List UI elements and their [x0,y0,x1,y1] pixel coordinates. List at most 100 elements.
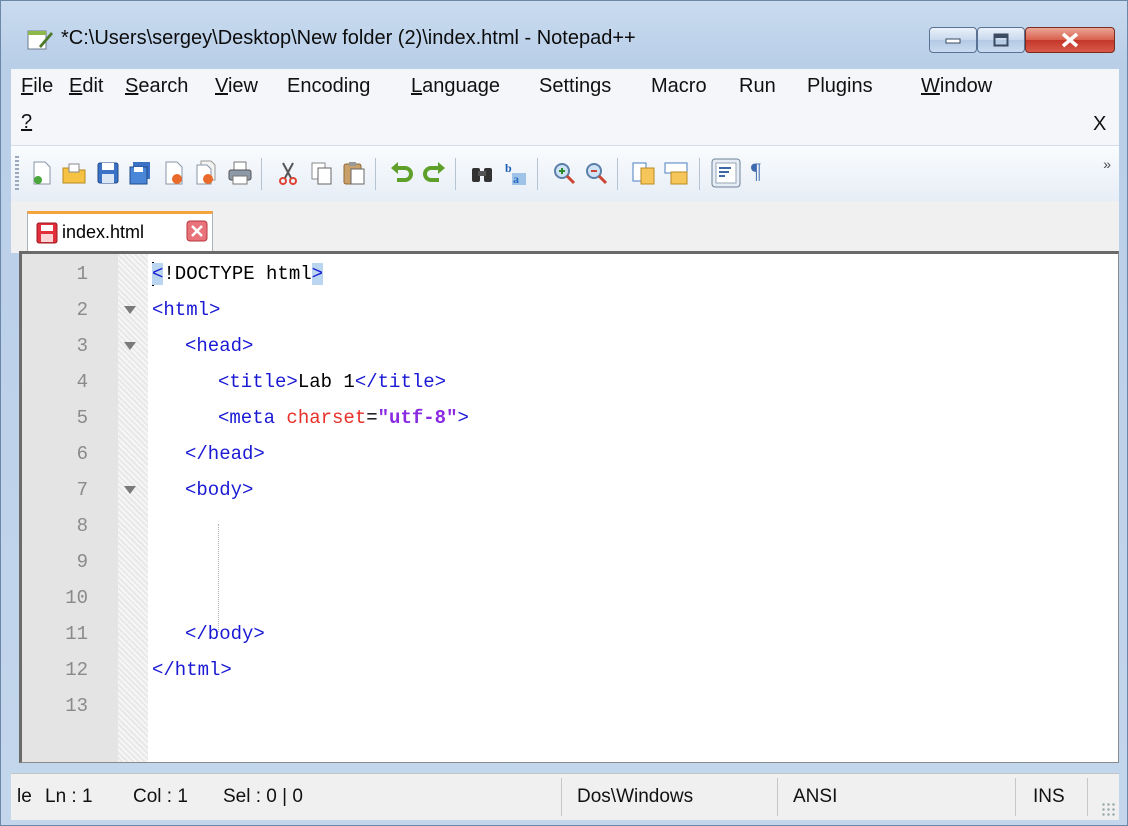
word-wrap-icon[interactable] [711,158,741,188]
toolbar-separator [261,158,262,190]
toolbar-separator [375,158,376,190]
code-line: 2 <html> [22,292,1118,328]
line-number: 6 [76,443,88,465]
menu-language[interactable]: Language [411,75,500,98]
code-line: 10 [22,580,1118,616]
code-token: </html> [152,659,232,681]
tab-bar: index.html [11,201,1119,253]
code-line: 1 <!DOCTYPE html> [22,256,1118,292]
menu-help[interactable]: ? [21,111,32,134]
new-file-icon[interactable] [29,160,55,186]
status-encoding[interactable]: ANSI [793,786,837,808]
code-token: charset [286,407,367,429]
menu-run[interactable]: Run [739,75,776,98]
status-eol-format[interactable]: Dos\Windows [577,786,693,808]
menu-search[interactable]: Search [125,75,188,98]
sync-vertical-scroll-icon[interactable] [631,160,657,186]
save-icon[interactable] [95,160,121,186]
menu-window[interactable]: Window [921,75,992,98]
menu-plugins[interactable]: Plugins [807,75,873,98]
code-token: "utf-8" [377,407,458,429]
status-bar: le Ln : 1 Col : 1 Sel : 0 | 0 Dos\Window… [11,773,1119,820]
code-token: </body> [185,623,265,645]
zoom-in-icon[interactable] [551,160,577,186]
line-number: 8 [76,515,88,537]
toolbar: ba ¶ » [11,145,1119,202]
redo-icon[interactable] [421,160,447,186]
code-line: 13 [22,688,1118,724]
code-token: </head> [185,443,265,465]
fold-toggle-icon[interactable] [124,306,136,314]
menu-macro[interactable]: Macro [651,75,707,98]
menu-view[interactable]: View [215,75,258,98]
paste-icon[interactable] [341,160,367,186]
show-all-characters-icon[interactable]: ¶ [751,158,777,184]
notepadpp-app-icon [27,30,53,50]
menu-settings[interactable]: Settings [539,75,611,98]
minimize-icon [945,38,961,44]
fold-toggle-icon[interactable] [124,486,136,494]
toolbar-separator [617,158,618,190]
code-line: 5 <meta charset="utf-8"> [22,400,1118,436]
minimize-button[interactable] [929,27,977,53]
print-icon[interactable] [227,160,253,186]
close-file-icon[interactable] [161,160,187,186]
code-token: < [152,263,164,285]
code-token: <html> [152,299,221,321]
resize-grip[interactable] [1101,802,1115,816]
undo-icon[interactable] [389,160,415,186]
line-number: 11 [65,623,88,645]
code-token: = [366,407,378,429]
menu-encoding[interactable]: Encoding [287,75,370,98]
toolbar-grip[interactable] [15,156,19,192]
line-number: 13 [65,695,88,717]
code-line: 8 [22,508,1118,544]
code-token: Lab 1 [297,371,355,393]
maximize-icon [993,33,1009,47]
line-number: 3 [76,335,88,357]
code-line: 9 [22,544,1118,580]
status-selection: Sel : 0 | 0 [223,786,303,807]
zoom-out-icon[interactable] [583,160,609,186]
menu-edit[interactable]: Edit [69,75,103,98]
code-token: </title> [354,371,447,393]
close-all-icon[interactable] [193,160,219,186]
line-number: 5 [76,407,88,429]
line-number: 12 [65,659,88,681]
code-token: > [457,407,469,429]
line-number: 7 [76,479,88,501]
maximize-button[interactable] [977,27,1025,53]
tab-label: index.html [62,222,145,242]
replace-icon[interactable]: ba [503,160,529,186]
sync-horizontal-scroll-icon[interactable] [663,160,689,186]
unsaved-file-icon [36,222,58,244]
tab-index-html[interactable]: index.html [27,211,213,251]
menu-file[interactable]: File [21,75,53,98]
close-document-button[interactable]: X [1093,113,1106,136]
close-window-button[interactable] [1025,27,1115,53]
status-column: Col : 1 [133,786,188,807]
window-title: *C:\Users\sergey\Desktop\New folder (2)\… [61,27,636,49]
close-icon [1061,32,1079,48]
code-token: <meta [218,407,287,429]
tab-close-icon[interactable] [186,220,208,242]
copy-icon[interactable] [309,160,335,186]
status-insert-mode[interactable]: INS [1033,786,1065,808]
menu-bar: File Edit Search View Encoding Language … [11,69,1119,145]
line-number: 2 [76,299,88,321]
code-line: 11 </body> [22,616,1118,652]
toolbar-separator [537,158,538,190]
open-file-icon[interactable] [61,160,87,186]
code-editor[interactable]: 1 <!DOCTYPE html> 2 <html> 3 <head> 4 <t… [19,251,1119,763]
find-icon[interactable] [469,160,495,186]
code-token: !DOCTYPE html [163,263,312,285]
cut-icon[interactable] [275,160,301,186]
fold-toggle-icon[interactable] [124,342,136,350]
title-bar[interactable]: *C:\Users\sergey\Desktop\New folder (2)\… [1,1,1127,65]
status-separator [561,778,562,816]
save-all-icon[interactable] [127,160,153,186]
code-token: <head> [185,335,254,357]
status-mode: le [17,786,32,807]
toolbar-overflow-button[interactable]: » [1103,156,1111,172]
code-token: <body> [185,479,254,501]
